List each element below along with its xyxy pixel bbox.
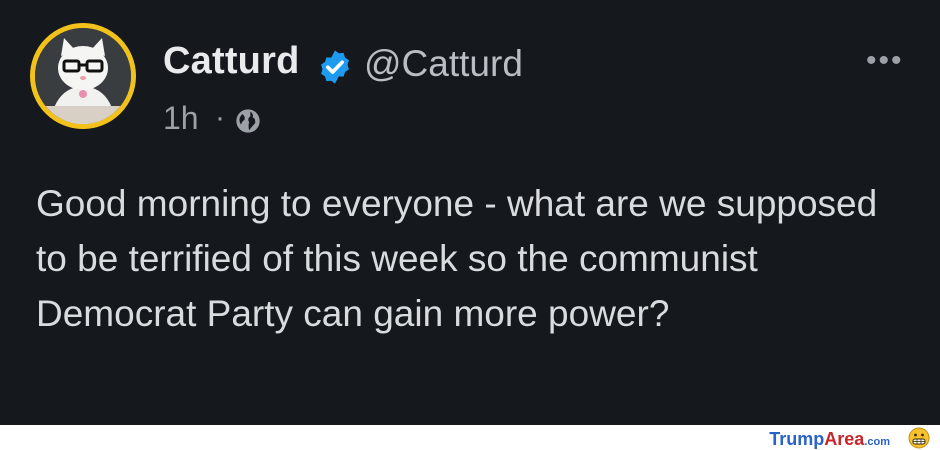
site-brand: TrumpArea.com [769,429,890,450]
user-handle[interactable]: @Catturd [364,43,523,85]
brand-part-1: Trump [769,429,825,449]
meta-separator: · [215,101,225,134]
verified-badge-icon [321,50,349,84]
display-name[interactable]: Catturd [163,40,300,83]
brand-part-2: Area [824,429,865,449]
tweet-text: Good morning to everyone - what are we s… [36,183,878,334]
tweet-time[interactable]: 1h [163,100,199,137]
avatar[interactable] [30,23,136,129]
watermark-footer: TrumpArea.com [0,425,940,450]
globe-icon [236,109,260,133]
cat-with-glasses-avatar-image [35,28,131,124]
brand-part-3: .com [864,436,890,448]
grimacing-face-icon [908,427,930,449]
tweet-card: Catturd @Catturd 1h · ••• Good morning t… [0,0,940,425]
more-options-button[interactable]: ••• [866,44,904,78]
